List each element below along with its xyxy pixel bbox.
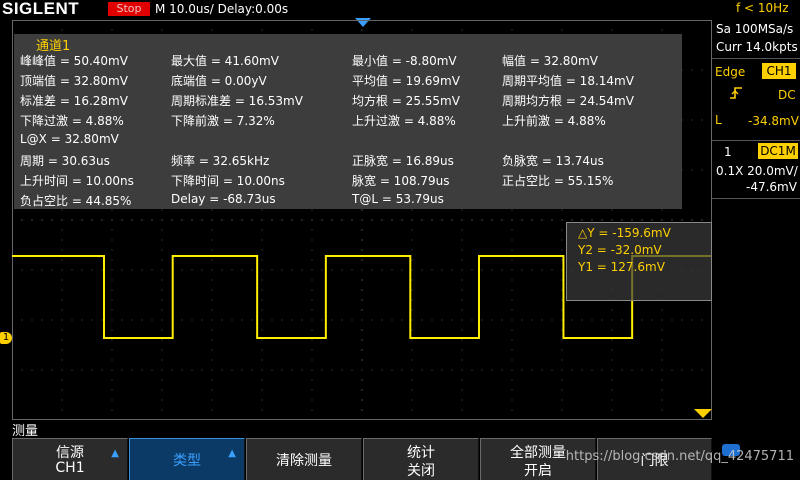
- measurement-value: 周期标准差 = 16.53mV: [171, 94, 303, 108]
- measurement-value: 下降前激 = 7.32%: [171, 114, 275, 128]
- measurement-value: 标准差 = 16.28mV: [20, 94, 128, 108]
- measurement-value: 周期平均值 = 18.14mV: [502, 74, 634, 88]
- measurement-value: L@X = 32.80mV: [20, 132, 119, 146]
- measurement-value: 最大值 = 41.60mV: [171, 54, 279, 68]
- divider: [712, 198, 800, 199]
- cursor-delta-y: △Y = -159.6mV: [578, 226, 671, 240]
- measurement-value: 最小值 = -8.80mV: [352, 54, 457, 68]
- menu-title: 测量: [12, 424, 39, 439]
- measurement-value: 负占空比 = 44.85%: [20, 194, 132, 208]
- measurement-value: 周期均方根 = 24.54mV: [502, 94, 634, 108]
- measurement-value: 下降过激 = 4.88%: [20, 114, 124, 128]
- probe-scale: 0.1X 20.0mV/: [716, 164, 798, 178]
- softkey-statistics-value: 关闭: [407, 463, 435, 479]
- measurement-value: 峰峰值 = 50.40mV: [20, 54, 128, 68]
- watermark-text: https://blog.csdn.net/qq_42475711: [565, 449, 794, 464]
- scroll-arrow-icon: ▲: [228, 448, 236, 459]
- softkey-clear-measure[interactable]: 清除测量: [246, 438, 362, 480]
- rising-edge-icon: [730, 87, 742, 99]
- measurement-value: 频率 = 32.65kHz: [171, 154, 270, 168]
- softkey-source-value: CH1: [55, 460, 85, 476]
- measurement-value: 周期 = 30.63us: [20, 154, 110, 168]
- measurement-value: 幅值 = 32.80mV: [502, 54, 598, 68]
- measurement-value: 顶端值 = 32.80mV: [20, 74, 128, 88]
- measurement-value: 均方根 = 25.55mV: [352, 94, 460, 108]
- trigger-frequency-readout: f < 10Hz: [736, 1, 789, 15]
- measurement-value: 平均值 = 19.69mV: [352, 74, 460, 88]
- sample-rate: Sa 100MSa/s: [716, 22, 794, 36]
- trigger-type: Edge: [715, 65, 746, 79]
- ch1-ground-marker[interactable]: 1: [0, 332, 12, 344]
- measurement-value: 上升时间 = 10.00ns: [20, 174, 134, 188]
- softkey-source-label: 信源: [56, 445, 84, 461]
- softkey-source[interactable]: 信源 CH1 ▲: [12, 438, 128, 480]
- measurement-value: 上升前激 = 4.88%: [502, 114, 606, 128]
- siglent-logo: SIGLENT: [2, 0, 80, 18]
- divider: [712, 58, 800, 59]
- run-stop-indicator[interactable]: Stop: [108, 2, 150, 16]
- cursor-readout-box: △Y = -159.6mV Y2 = -32.0mV Y1 = 127.6mV: [566, 222, 712, 301]
- trigger-level-marker-icon: [694, 409, 712, 418]
- measurement-value: 正占空比 = 55.15%: [502, 174, 614, 188]
- ch1-marker-label: 1: [2, 332, 10, 343]
- trigger-level-value: -34.8mV: [748, 114, 799, 128]
- divider: [712, 140, 800, 141]
- softkey-clear-label: 清除测量: [276, 453, 332, 469]
- measurement-value: T@L = 53.79us: [352, 192, 444, 206]
- measurement-value: Delay = -68.73us: [171, 192, 276, 206]
- measurement-value: 负脉宽 = 13.74us: [502, 154, 604, 168]
- memory-depth: Curr 14.0kpts: [716, 40, 798, 54]
- measurement-value: 正脉宽 = 16.89us: [352, 154, 454, 168]
- channel-offset: -47.6mV: [746, 180, 797, 194]
- measurement-value: 脉宽 = 108.79us: [352, 174, 450, 188]
- measurement-value: 上升过激 = 4.88%: [352, 114, 456, 128]
- trigger-source-badge[interactable]: CH1: [762, 63, 796, 79]
- softkey-type-label: 类型: [173, 453, 201, 469]
- cursor-y2: Y2 = -32.0mV: [578, 243, 662, 257]
- right-status-panel: Sa 100MSa/s Curr 14.0kpts Edge CH1 DC L …: [712, 18, 800, 438]
- trigger-level-label: L: [715, 113, 722, 127]
- measurement-panel: 通道1 峰峰值 = 50.40mV 最大值 = 41.60mV 最小值 = -8.8…: [14, 34, 682, 209]
- channel-coupling-badge[interactable]: DC1M: [758, 143, 798, 159]
- scroll-arrow-icon: ▲: [111, 448, 119, 459]
- measurement-value: 下降时间 = 10.00ns: [171, 174, 285, 188]
- timebase-readout: M 10.0us/ Delay:0.00s: [155, 2, 289, 16]
- cursor-y1: Y1 = 127.6mV: [578, 260, 665, 274]
- measurement-value: 底端值 = 0.00yV: [171, 74, 267, 88]
- softkey-type[interactable]: 类型 ▲: [129, 438, 245, 480]
- softkey-statistics[interactable]: 统计 关闭: [363, 438, 479, 480]
- trigger-coupling: DC: [778, 88, 796, 102]
- softkey-statistics-label: 统计: [407, 445, 435, 461]
- channel-number: 1: [724, 145, 732, 159]
